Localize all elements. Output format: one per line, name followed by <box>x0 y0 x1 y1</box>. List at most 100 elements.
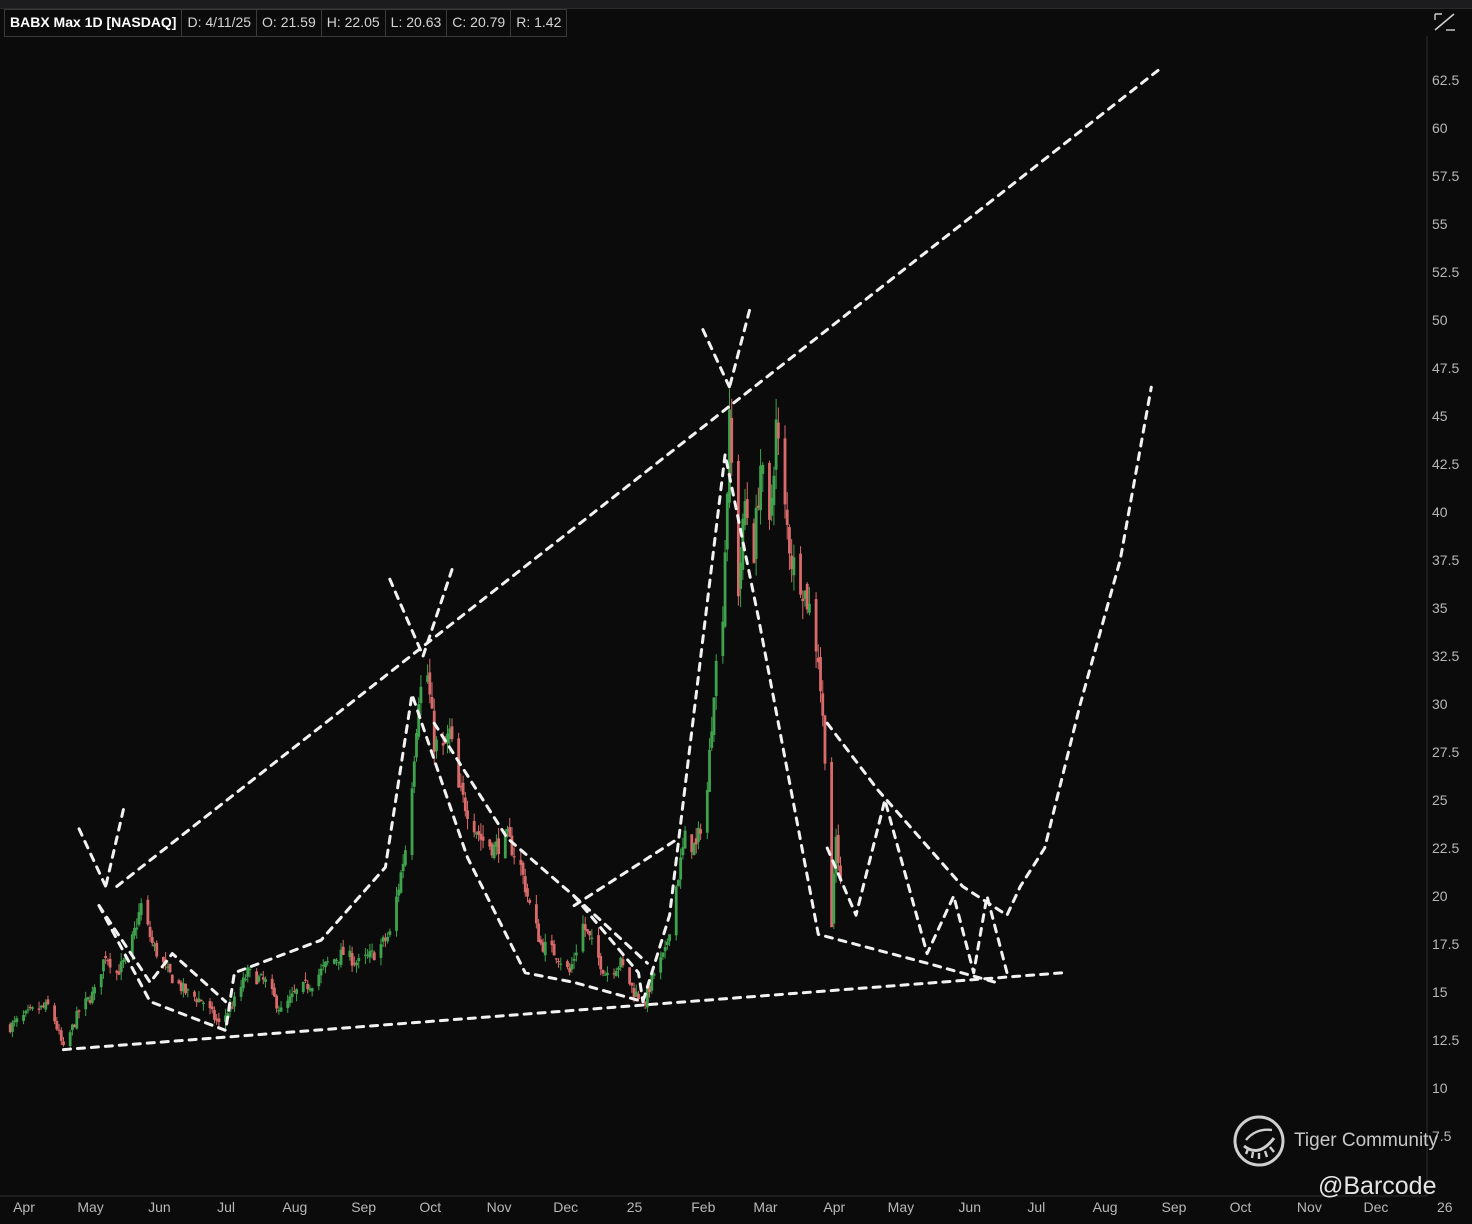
y-tick-label: 32.5 <box>1432 648 1459 664</box>
candle <box>146 895 150 927</box>
candle <box>534 894 538 929</box>
candle <box>677 878 680 887</box>
price-chart[interactable]: 7.51012.51517.52022.52527.53032.53537.54… <box>0 0 1472 1224</box>
candle <box>554 957 558 964</box>
candle <box>412 755 416 794</box>
candle <box>388 928 392 938</box>
candle <box>15 1015 19 1027</box>
candle <box>674 884 678 941</box>
candle <box>184 983 187 996</box>
y-tick-label: 27.5 <box>1432 744 1459 760</box>
x-tick-label: Jul <box>217 1199 235 1215</box>
candle <box>399 870 403 894</box>
y-tick-label: 62.5 <box>1432 72 1459 88</box>
y-tick-label: 12.5 <box>1432 1032 1459 1048</box>
candle <box>410 782 414 860</box>
candle <box>508 817 512 837</box>
candle <box>792 544 796 591</box>
x-tick-label: Feb <box>691 1199 715 1215</box>
candle <box>372 950 376 961</box>
y-tick-label: 25 <box>1432 792 1448 808</box>
candle <box>774 398 778 490</box>
x-tick-label: Aug <box>1093 1199 1118 1215</box>
candle <box>168 963 172 974</box>
x-tick-label: Dec <box>553 1199 578 1215</box>
candle <box>279 1001 283 1012</box>
candle <box>301 981 305 995</box>
x-tick-label: Sep <box>1161 1199 1186 1215</box>
candle <box>650 973 654 994</box>
pattern-a-2 <box>97 904 228 1004</box>
candle <box>275 994 279 1013</box>
candle <box>324 961 327 974</box>
candle <box>683 826 687 849</box>
y-tick-label: 17.5 <box>1432 936 1459 952</box>
candle <box>84 991 88 1016</box>
x-tick-label: Jun <box>148 1199 171 1215</box>
x-tick-label: Jul <box>1027 1199 1045 1215</box>
candle <box>628 967 631 986</box>
candle <box>99 974 103 995</box>
candle <box>199 999 203 1002</box>
author-handle: @Barcode <box>1318 1172 1437 1200</box>
annotation-layer <box>62 68 1160 1052</box>
x-axis: Apr May Jun Jul Aug Sep Oct Nov Dec 25 Feb Mar Apr Ma… <box>0 1195 1453 1215</box>
candle <box>759 449 762 525</box>
x-tick-label: Jun <box>958 1199 981 1215</box>
candle <box>208 998 212 1015</box>
tiger-logo-icon <box>1233 1115 1285 1167</box>
candle <box>697 821 700 850</box>
y-tick-label: 22.5 <box>1432 840 1459 856</box>
y-tick-label: 35 <box>1432 600 1448 616</box>
x-tick-label: Nov <box>1297 1199 1322 1215</box>
candle <box>799 546 802 598</box>
candle <box>581 915 585 954</box>
candle <box>814 592 818 669</box>
pattern-c-1 <box>825 798 1009 975</box>
candle <box>428 658 432 704</box>
candle <box>119 953 123 981</box>
y-tick-label: 47.5 <box>1432 360 1459 376</box>
x-tick-label: Sep <box>351 1199 376 1215</box>
x-tick-label: May <box>77 1199 103 1215</box>
y-tick-label: 45 <box>1432 408 1448 424</box>
x-tick-label: Apr <box>13 1199 35 1215</box>
x-tick-label: 25 <box>627 1199 643 1215</box>
x-tick-label: Apr <box>823 1199 845 1215</box>
y-tick-label: 15 <box>1432 984 1448 1000</box>
candle <box>368 943 372 964</box>
candle <box>350 946 354 973</box>
y-tick-label: 40 <box>1432 504 1448 520</box>
pattern-b-1 <box>432 721 645 1004</box>
x-tick-label: Mar <box>753 1199 777 1215</box>
candle <box>379 938 383 966</box>
x-tick-label: Nov <box>487 1199 512 1215</box>
candle <box>37 1001 41 1014</box>
x-tick-label: Dec <box>1364 1199 1389 1215</box>
candle <box>261 970 265 985</box>
candle <box>304 972 307 983</box>
x-tick-label: Aug <box>282 1199 307 1215</box>
watermark: Tiger Community <box>1232 1113 1438 1169</box>
y-tick-label: 30 <box>1432 696 1448 712</box>
candle <box>201 1000 205 1011</box>
candle <box>783 425 787 519</box>
upper-trendline <box>115 68 1160 888</box>
candle <box>46 995 50 1006</box>
peak-marker-2a <box>388 577 425 658</box>
candle <box>306 980 310 994</box>
peak-marker-3b <box>728 308 751 389</box>
candle <box>832 865 836 929</box>
candle <box>450 718 454 743</box>
y-tick-label: 42.5 <box>1432 456 1459 472</box>
y-tick-label: 60 <box>1432 120 1448 136</box>
peak-marker-3a <box>701 328 731 389</box>
candles-layer <box>8 389 842 1049</box>
candle <box>332 958 336 965</box>
candle <box>606 966 609 982</box>
watermark-brand: Tiger Community <box>1294 1130 1438 1151</box>
candle <box>772 466 776 526</box>
candle <box>68 1030 72 1049</box>
candle <box>108 952 112 974</box>
candle <box>75 1006 79 1030</box>
